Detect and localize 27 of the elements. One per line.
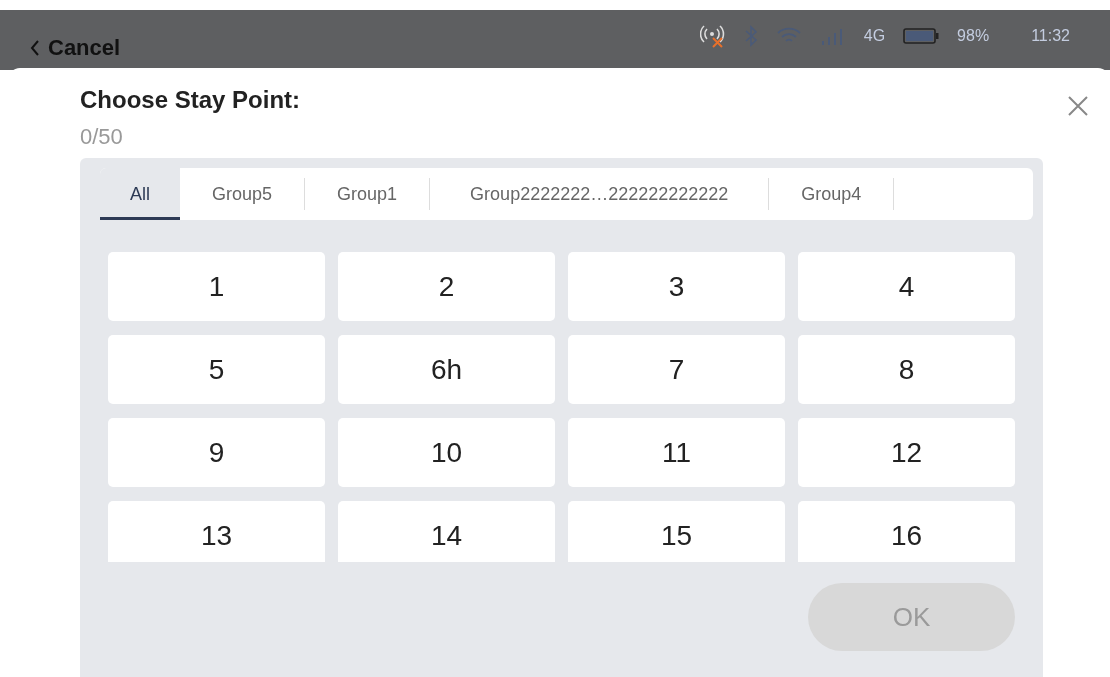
stay-point-option[interactable]: 4 [798,252,1015,321]
stay-point-option[interactable]: 15 [568,501,785,562]
chevron-icon [30,39,40,57]
stay-point-option[interactable]: 8 [798,335,1015,404]
battery-icon [903,28,940,44]
no-signal-icon [699,24,726,48]
stay-point-option[interactable]: 14 [338,501,555,562]
stay-point-option[interactable]: 9 [108,418,325,487]
stay-point-option[interactable]: 7 [568,335,785,404]
stay-point-option[interactable]: 5 [108,335,325,404]
stay-point-option[interactable]: 2 [338,252,555,321]
group-tab[interactable]: All [100,168,180,220]
network-label: 4G [863,27,886,45]
dialog-title: Choose Stay Point: [80,86,301,114]
stay-point-option[interactable]: 3 [568,252,785,321]
stay-point-option[interactable]: 13 [108,501,325,562]
stay-point-option[interactable]: 12 [798,418,1015,487]
battery-level: 98% [957,27,990,45]
stay-point-option[interactable]: 6h [338,335,555,404]
stay-point-option[interactable]: 11 [568,418,785,487]
selection-count: 0/50 [80,124,124,150]
close-icon[interactable] [1066,94,1090,118]
stay-point-option[interactable]: 10 [338,418,555,487]
clock: 11:32 [1031,27,1070,45]
stay-point-option[interactable]: 1 [108,252,325,321]
bluetooth-icon [743,25,758,47]
stay-point-option[interactable]: 16 [798,501,1015,562]
